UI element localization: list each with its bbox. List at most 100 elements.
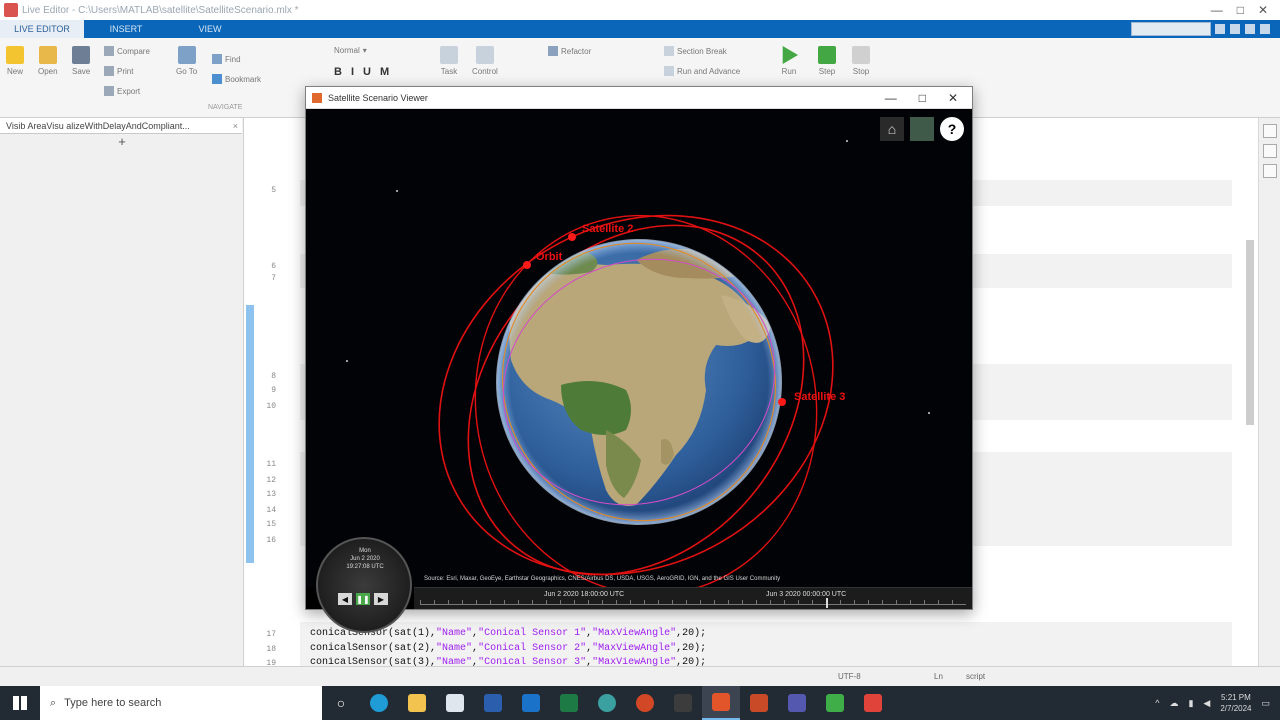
close-tab-icon[interactable]: × xyxy=(233,121,242,131)
teams-icon xyxy=(788,694,806,712)
home-view-icon[interactable]: ⌂ xyxy=(880,117,904,141)
expand-icon[interactable] xyxy=(1260,24,1270,34)
help-icon[interactable]: ? xyxy=(940,117,964,141)
monospace-button[interactable]: M xyxy=(380,66,389,78)
basemap-picker-icon[interactable] xyxy=(910,117,934,141)
export-button[interactable]: Export xyxy=(104,86,140,96)
go-to-button[interactable]: Go To xyxy=(176,46,197,76)
line-number: 16 xyxy=(266,536,276,545)
underline-button[interactable]: U xyxy=(363,66,371,78)
volume-icon[interactable]: ◀ xyxy=(1203,698,1210,709)
app-icon xyxy=(864,694,882,712)
settings-icon[interactable] xyxy=(1245,24,1255,34)
word-app[interactable] xyxy=(474,686,512,720)
taskbar-search-input[interactable]: ⌕ Type here to search xyxy=(40,686,322,720)
section-break-button[interactable]: Section Break xyxy=(664,46,727,56)
pause-button[interactable]: ❚❚ xyxy=(356,593,370,605)
timeline-end-label: Jun 3 2020 00:00:00 UTC xyxy=(766,591,847,598)
network-icon[interactable]: ▮ xyxy=(1188,698,1193,709)
viewer-maximize-button[interactable]: □ xyxy=(919,91,926,105)
notifications-icon[interactable]: ▭ xyxy=(1261,698,1270,709)
unity-icon xyxy=(674,694,692,712)
powerpoint-app[interactable] xyxy=(626,686,664,720)
run-button[interactable]: Run xyxy=(780,46,798,76)
start-button[interactable] xyxy=(0,686,40,720)
section-indicator[interactable] xyxy=(246,305,254,563)
documentation-search-input[interactable] xyxy=(1131,22,1211,36)
code-line[interactable]: conicalSensor(sat(2),"Name","Conical Sen… xyxy=(310,643,706,654)
output-inline-icon[interactable] xyxy=(1262,124,1277,138)
edge-app[interactable] xyxy=(360,686,398,720)
step-button[interactable]: Step xyxy=(818,46,836,76)
hide-code-icon[interactable] xyxy=(1262,164,1277,178)
stop-button[interactable]: Stop xyxy=(852,46,870,76)
stop-icon xyxy=(852,46,870,64)
matlab-app[interactable] xyxy=(702,686,740,720)
run-and-advance-button[interactable]: Run and Advance xyxy=(664,66,740,76)
italic-button[interactable]: I xyxy=(351,66,354,78)
line-number: 10 xyxy=(266,402,276,411)
outlook-app[interactable] xyxy=(512,686,550,720)
find-button[interactable]: Find xyxy=(212,54,241,64)
store-app[interactable] xyxy=(436,686,474,720)
earth xyxy=(496,239,782,525)
tab-view[interactable]: VIEW xyxy=(168,20,252,38)
play-reverse-button[interactable]: ◀ xyxy=(338,593,352,605)
code-line[interactable]: conicalSensor(sat(3),"Name","Conical Sen… xyxy=(310,657,706,666)
font-style-select[interactable]: Normal ▾ xyxy=(334,46,367,55)
compare-button[interactable]: Compare xyxy=(104,46,150,56)
matlab-icon xyxy=(750,694,768,712)
cloud-icon[interactable]: ☁ xyxy=(1169,698,1178,709)
editor-scrollbar[interactable] xyxy=(1244,120,1256,665)
satellite-marker[interactable] xyxy=(568,233,576,241)
open-button[interactable]: Open xyxy=(38,46,58,76)
tray-chevron-icon[interactable]: ^ xyxy=(1155,698,1159,708)
viewer-close-button[interactable]: ✕ xyxy=(948,91,958,105)
satellite-scenario-viewer-window: Satellite Scenario Viewer — □ ✕ Satellit… xyxy=(305,86,973,633)
line-number: 15 xyxy=(266,520,276,529)
green-app[interactable] xyxy=(816,686,854,720)
refactor-button[interactable]: Refactor xyxy=(548,46,591,56)
line-number: 8 xyxy=(271,372,276,381)
timeline-scrubber[interactable] xyxy=(826,598,828,608)
browser-app[interactable] xyxy=(588,686,626,720)
add-tab-button[interactable]: + xyxy=(0,134,244,149)
outlook-icon xyxy=(522,694,540,712)
close-button[interactable]: ✕ xyxy=(1258,3,1268,17)
file-explorer-app[interactable] xyxy=(398,686,436,720)
task-view-button[interactable]: ○ xyxy=(322,686,360,720)
play-forward-button[interactable]: ▶ xyxy=(374,593,388,605)
tab-insert[interactable]: INSERT xyxy=(84,20,168,38)
excel-app[interactable] xyxy=(550,686,588,720)
bookmark-button[interactable]: Bookmark xyxy=(212,74,261,84)
matlab-app-2[interactable] xyxy=(740,686,778,720)
teams-app[interactable] xyxy=(778,686,816,720)
task-button[interactable]: Task xyxy=(440,46,458,76)
undock-icon[interactable] xyxy=(1230,24,1240,34)
windows-logo-icon xyxy=(13,696,27,710)
satellite-marker[interactable] xyxy=(523,261,531,269)
red-app[interactable] xyxy=(854,686,892,720)
scrollbar-thumb[interactable] xyxy=(1246,240,1254,425)
taskbar-clock[interactable]: 5:21 PM 2/7/2024 xyxy=(1220,692,1251,714)
search-icon: ⌕ xyxy=(50,696,57,709)
file-tab[interactable]: Visib AreaVisu alizeWithDelayAndComplian… xyxy=(0,118,242,134)
minimize-button[interactable]: — xyxy=(1211,3,1223,17)
new-button[interactable]: New xyxy=(6,46,24,76)
print-button[interactable]: Print xyxy=(104,66,133,76)
globe-canvas[interactable]: Satellite 2 Orbit Satellite 3 xyxy=(306,110,972,587)
help-icon[interactable] xyxy=(1215,24,1225,34)
line-number: 13 xyxy=(266,490,276,499)
control-button[interactable]: Control xyxy=(472,46,498,76)
timeline-slider[interactable]: Jun 2 2020 18:00:00 UTC Jun 3 2020 00:00… xyxy=(414,587,972,609)
unity-app[interactable] xyxy=(664,686,702,720)
satellite-marker[interactable] xyxy=(778,398,786,406)
viewer-titlebar: Satellite Scenario Viewer — □ ✕ xyxy=(306,87,972,109)
output-right-icon[interactable] xyxy=(1262,144,1277,158)
line-number: 18 xyxy=(266,645,276,654)
viewer-minimize-button[interactable]: — xyxy=(885,91,897,105)
tab-live-editor[interactable]: LIVE EDITOR xyxy=(0,20,84,38)
maximize-button[interactable]: □ xyxy=(1237,3,1244,17)
save-button[interactable]: Save xyxy=(72,46,90,76)
bold-button[interactable]: B xyxy=(334,66,342,78)
